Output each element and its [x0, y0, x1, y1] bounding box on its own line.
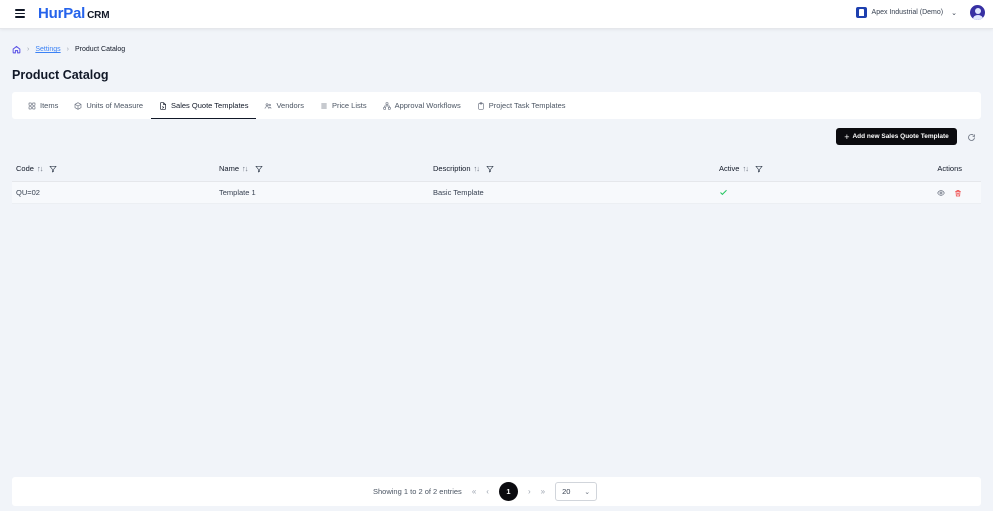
building-icon [855, 7, 867, 18]
pagination-summary: Showing 1 to 2 of 2 entries [373, 487, 462, 496]
column-label: Name [219, 164, 240, 173]
last-page-button[interactable]: » [541, 487, 545, 496]
filter-icon[interactable] [486, 165, 494, 173]
column-header-actions: Actions [937, 164, 962, 173]
app-logo[interactable]: HurPal CRM [38, 5, 110, 22]
column-header-active[interactable]: Active ↑↓ [719, 164, 763, 173]
trash-icon[interactable] [954, 189, 962, 197]
sort-icon[interactable]: ↑↓ [242, 164, 248, 173]
page-title: Product Catalog [12, 68, 109, 82]
tab-label: Items [40, 101, 59, 110]
check-icon [720, 189, 727, 196]
users-icon [265, 102, 272, 109]
logo-suffix: CRM [87, 10, 110, 21]
company-switcher[interactable]: Apex Industrial (Demo) ⌄ [855, 7, 957, 18]
tab-label: Sales Quote Templates [171, 101, 249, 110]
breadcrumb: › Settings › Product Catalog [12, 45, 125, 54]
box-icon [75, 101, 82, 110]
rows-per-page-select[interactable]: 20 ⌄ [555, 482, 598, 501]
add-sales-quote-template-button[interactable]: + Add new Sales Quote Template [836, 128, 957, 145]
grid-icon [28, 102, 36, 109]
column-label: Actions [937, 164, 962, 173]
breadcrumb-separator: › [27, 46, 30, 53]
tab-units-of-measure[interactable]: Units of Measure [66, 92, 151, 119]
refresh-icon[interactable] [967, 133, 976, 142]
eye-icon[interactable] [937, 189, 945, 197]
column-header-description[interactable]: Description ↑↓ [433, 164, 494, 173]
first-page-button[interactable]: « [472, 487, 476, 496]
tab-project-task-templates[interactable]: Project Task Templates [469, 92, 574, 119]
table-row[interactable]: QU=02 Template 1 Basic Template [12, 182, 981, 204]
tab-label: Approval Workflows [394, 101, 461, 110]
clipboard-icon [478, 101, 484, 110]
tab-approval-workflows[interactable]: Approval Workflows [375, 92, 469, 119]
filter-icon[interactable] [254, 165, 263, 173]
cell-actions [937, 189, 962, 197]
column-header-code[interactable]: Code ↑↓ [16, 164, 58, 173]
column-header-name[interactable]: Name ↑↓ [219, 164, 263, 173]
logo-text: HurPal [38, 5, 86, 22]
list-icon [321, 103, 327, 108]
document-icon [160, 101, 167, 110]
filter-icon[interactable] [49, 165, 58, 173]
company-name: Apex Industrial (Demo) [871, 9, 944, 16]
tab-vendors[interactable]: Vendors [256, 92, 312, 119]
add-button-label: Add new Sales Quote Template [852, 133, 949, 140]
breadcrumb-settings-link[interactable]: Settings [35, 46, 60, 53]
cell-name: Template 1 [219, 188, 256, 197]
pagination-bar: Showing 1 to 2 of 2 entries « ‹ 1 › » 20… [12, 477, 981, 506]
tab-label: Units of Measure [86, 101, 144, 110]
menu-icon[interactable] [15, 9, 25, 18]
column-label: Description [433, 164, 471, 173]
plus-icon: + [844, 131, 850, 142]
breadcrumb-separator: › [66, 46, 69, 53]
breadcrumb-current: Product Catalog [74, 46, 126, 53]
tab-sales-quote-templates[interactable]: Sales Quote Templates [151, 92, 257, 119]
prev-page-button[interactable]: ‹ [486, 487, 489, 496]
top-header: HurPal CRM Apex Industrial (Demo) ⌄ [0, 0, 993, 29]
filter-icon[interactable] [755, 165, 763, 173]
rows-per-page-value: 20 [562, 487, 571, 496]
table-header: Code ↑↓ Name ↑↓ Description ↑↓ Active ↑↓… [12, 156, 981, 182]
tab-items[interactable]: Items [20, 92, 66, 119]
chevron-down-icon: ⌄ [584, 488, 591, 496]
cell-code: QU=02 [16, 188, 40, 197]
column-label: Active [719, 164, 740, 173]
sort-icon[interactable]: ↑↓ [742, 164, 748, 173]
tab-label: Project Task Templates [488, 101, 566, 110]
workflow-icon [382, 101, 391, 110]
cell-active [719, 188, 728, 197]
cell-description: Basic Template [433, 188, 484, 197]
home-icon[interactable] [12, 45, 21, 54]
chevron-down-icon: ⌄ [951, 9, 957, 17]
next-page-button[interactable]: › [528, 487, 531, 496]
tab-label: Vendors [276, 101, 304, 110]
tab-price-lists[interactable]: Price Lists [312, 92, 375, 119]
sort-icon[interactable]: ↑↓ [474, 164, 480, 173]
column-label: Code [16, 164, 34, 173]
tab-bar: Items Units of Measure Sales Quote Templ… [12, 92, 981, 119]
templates-table: Code ↑↓ Name ↑↓ Description ↑↓ Active ↑↓… [12, 156, 981, 204]
page-number-button[interactable]: 1 [498, 482, 518, 501]
sort-icon[interactable]: ↑↓ [37, 164, 43, 173]
tab-label: Price Lists [331, 101, 367, 110]
user-avatar[interactable] [970, 5, 985, 20]
